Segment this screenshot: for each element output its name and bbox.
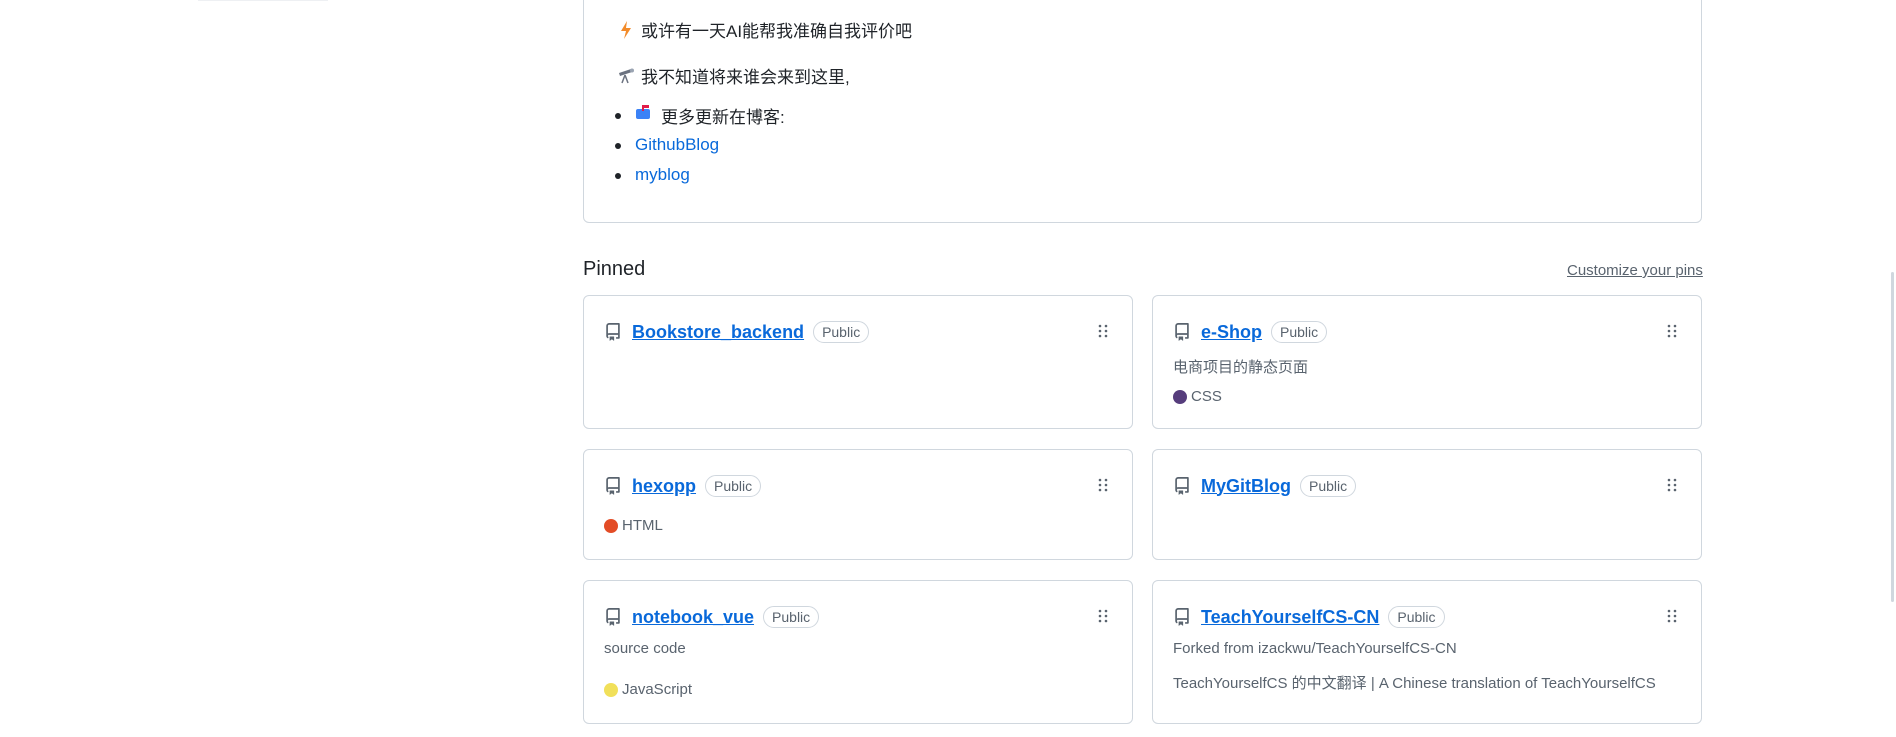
visibility-badge: Public [705, 475, 762, 497]
pinned-repo-card: MyGitBlog Public [1152, 449, 1702, 560]
pinned-title: Pinned [583, 258, 646, 280]
sidebar-divider [198, 0, 328, 1]
repo-language: HTML [604, 517, 663, 534]
repo-icon [1173, 477, 1191, 495]
mailbox-emoji-icon [635, 104, 653, 127]
visibility-badge: Public [1388, 606, 1445, 628]
telescope-emoji-icon [617, 67, 635, 85]
repo-language: CSS [1173, 388, 1222, 405]
language-color-dot [1173, 389, 1187, 404]
repo-language: JavaScript [604, 681, 692, 698]
readme-line-visitors: 我不知道将来谁会来到这里, [617, 63, 850, 88]
list-item: myblog [615, 160, 785, 190]
language-color-dot [604, 682, 618, 697]
pinned-repo-card: e-Shop Public 电商项目的静态页面 CSS [1152, 295, 1702, 429]
pinned-repo-card: Bookstore_backend Public [583, 295, 1133, 429]
grabber-icon[interactable] [1098, 324, 1108, 338]
forked-from-link[interactable]: Forked from izackwu/TeachYourselfCS-CN [1173, 640, 1457, 657]
repo-icon [604, 608, 622, 626]
repo-icon [604, 477, 622, 495]
list-item: 更多更新在博客: [615, 100, 785, 130]
repo-name-link[interactable]: Bookstore_backend [632, 322, 804, 343]
repo-icon [1173, 608, 1191, 626]
pinned-repo-card: notebook_vue Public source code JavaScri… [583, 580, 1133, 724]
list-item: GithubBlog [615, 130, 785, 160]
repo-icon [1173, 323, 1191, 341]
language-color-dot [604, 518, 618, 533]
page-scrollbar[interactable] [1886, 0, 1896, 737]
grabber-icon[interactable] [1098, 478, 1108, 492]
lightning-emoji-icon [617, 20, 635, 39]
repo-description: source code [604, 640, 686, 657]
scrollbar-thumb[interactable] [1891, 272, 1894, 602]
repo-name-link[interactable]: e-Shop [1201, 322, 1262, 343]
repo-name-link[interactable]: hexopp [632, 476, 696, 497]
customize-pins-link[interactable]: Customize your pins [1567, 262, 1703, 279]
pinned-repo-card: hexopp Public HTML [583, 449, 1133, 560]
repo-description: 电商项目的静态页面 [1173, 359, 1309, 376]
visibility-badge: Public [813, 321, 870, 343]
repo-name-link[interactable]: notebook_vue [632, 607, 754, 628]
grabber-icon[interactable] [1667, 324, 1677, 338]
grabber-icon[interactable] [1667, 609, 1677, 623]
repo-name-link[interactable]: MyGitBlog [1201, 476, 1291, 497]
profile-readme: 或许有一天AI能帮我准确自我评价吧 我不知道将来谁会来到这里, 更多更新在博客:… [583, 0, 1702, 223]
githubblog-link[interactable]: GithubBlog [635, 135, 719, 155]
readme-line-ai: 或许有一天AI能帮我准确自我评价吧 [617, 17, 912, 42]
grabber-icon[interactable] [1667, 478, 1677, 492]
readme-links-list: 更多更新在博客: GithubBlog myblog [615, 100, 785, 190]
pinned-repo-card: TeachYourselfCS-CN Public Forked from iz… [1152, 580, 1702, 724]
repo-name-link[interactable]: TeachYourselfCS-CN [1201, 607, 1379, 628]
visibility-badge: Public [1271, 321, 1328, 343]
visibility-badge: Public [763, 606, 820, 628]
repo-icon [604, 323, 622, 341]
grabber-icon[interactable] [1098, 609, 1108, 623]
myblog-link[interactable]: myblog [635, 165, 690, 185]
visibility-badge: Public [1300, 475, 1357, 497]
repo-description: TeachYourselfCS 的中文翻译 | A Chinese transl… [1173, 675, 1656, 692]
